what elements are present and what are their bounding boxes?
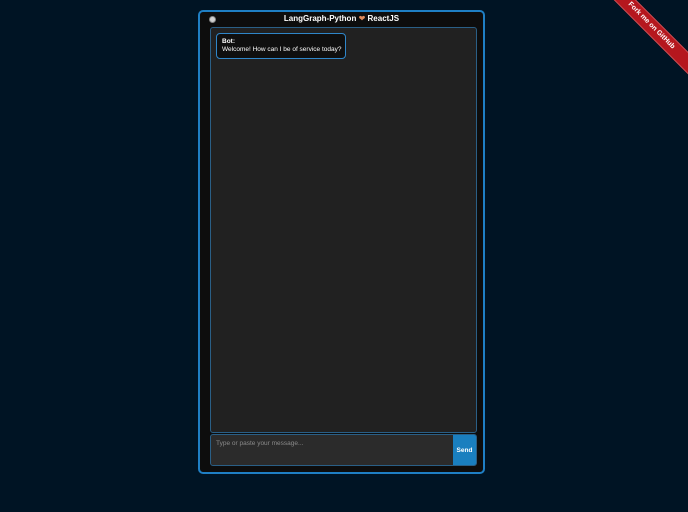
message-input[interactable] xyxy=(211,435,454,465)
fork-ribbon[interactable]: Fork me on GitHub xyxy=(598,0,688,90)
message-sender: Bot: xyxy=(222,38,235,45)
fork-on-github-link[interactable]: Fork me on GitHub xyxy=(598,0,688,85)
title-right: ReactJS xyxy=(367,14,400,23)
title-left: LangGraph-Python xyxy=(283,14,357,23)
message-text: Welcome! How can I be of service today? xyxy=(222,46,342,53)
app-title: LangGraph-Python ❤ ReactJS xyxy=(200,14,483,23)
bot-message: Bot: Welcome! How can I be of service to… xyxy=(216,33,347,59)
chat-window: LangGraph-Python ❤ ReactJS Bot: Welcome!… xyxy=(198,10,485,474)
heart-icon: ❤ xyxy=(358,14,366,23)
send-button[interactable]: Send xyxy=(453,435,476,465)
page: Fork me on GitHub LangGraph-Python ❤ Rea… xyxy=(0,0,688,512)
message-composer: Send xyxy=(210,434,477,466)
message-list[interactable]: Bot: Welcome! How can I be of service to… xyxy=(210,27,477,433)
